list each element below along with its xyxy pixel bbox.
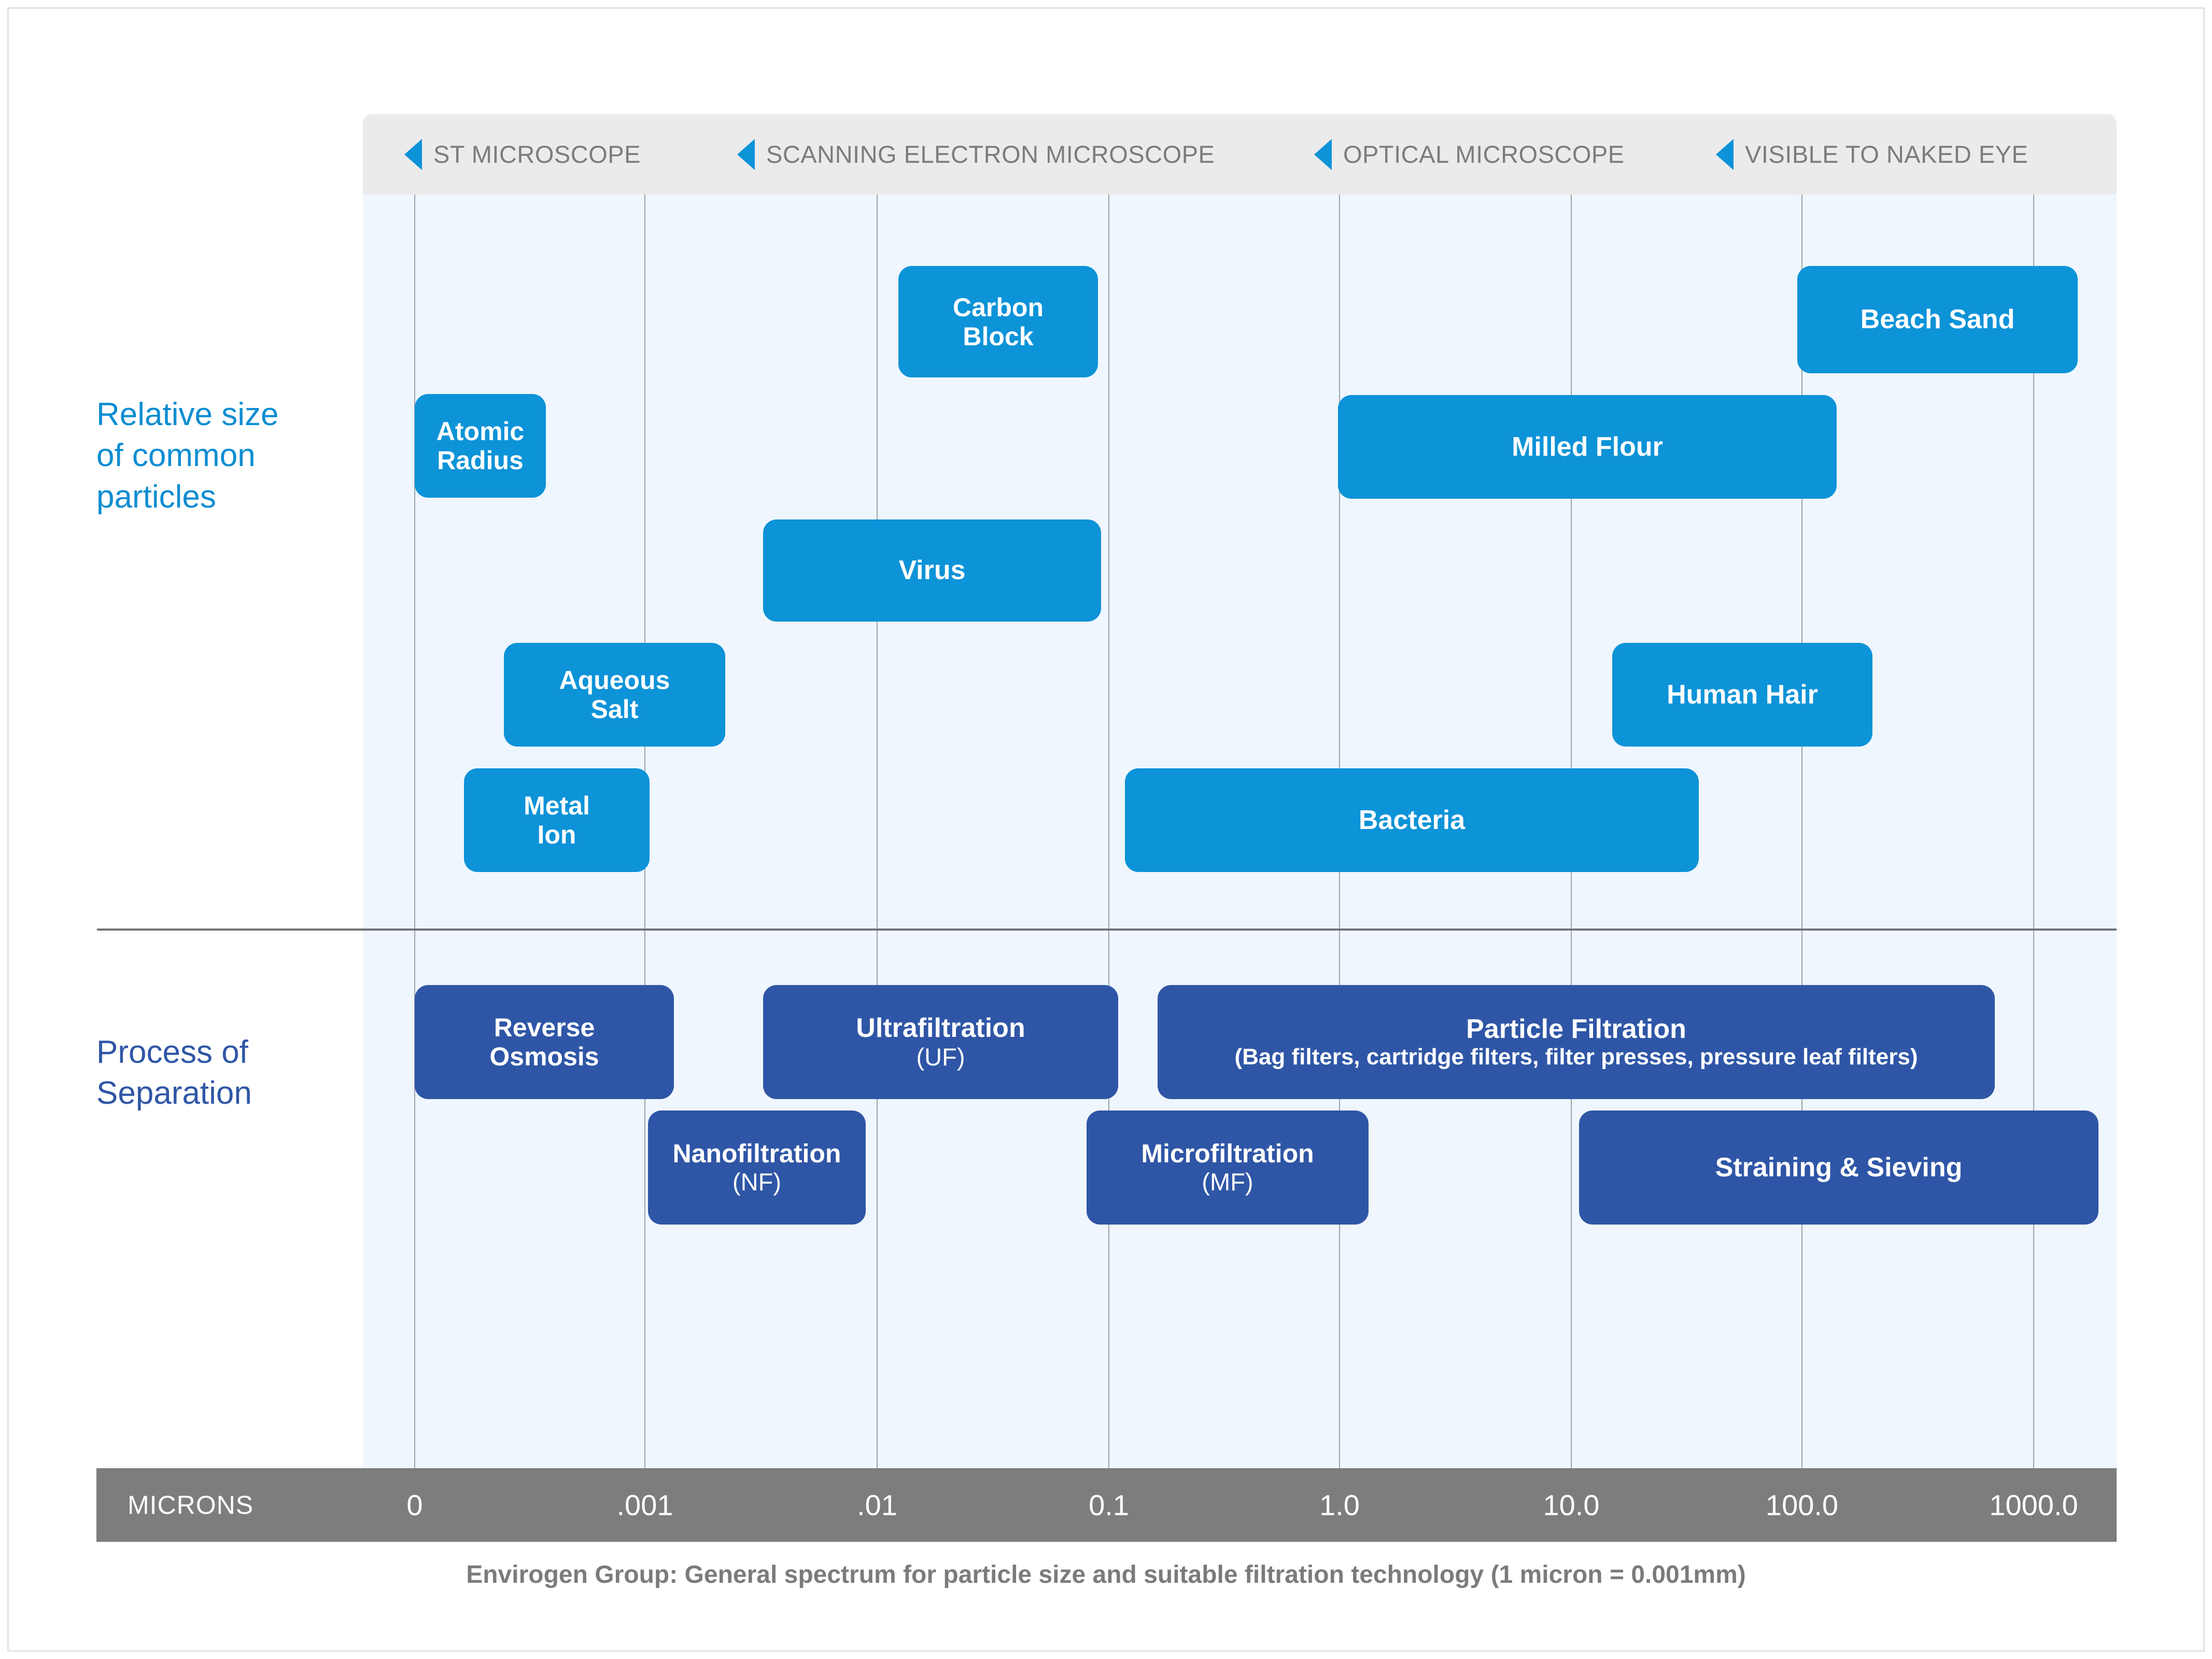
header-label: OPTICAL MICROSCOPE (1343, 140, 1625, 168)
bar-sublabel: (Bag filters, cartridge filters, filter … (1234, 1044, 1918, 1070)
bar-label: Aqueous Salt (559, 666, 670, 724)
bar-label: Human Hair (1667, 679, 1818, 710)
process-bar-nanofiltration[interactable]: Nanofiltration (NF) (648, 1110, 866, 1225)
left-arrow-icon (737, 138, 755, 170)
particle-bar-virus[interactable]: Virus (763, 519, 1101, 622)
bar-label: Ultrafiltration (856, 1013, 1025, 1044)
figure-caption: Envirogen Group: General spectrum for pa… (466, 1561, 1746, 1588)
particle-bar-aqueous-salt[interactable]: Aqueous Salt (504, 643, 725, 747)
axis-tick-01: .01 (857, 1488, 897, 1522)
bar-sublabel: (NF) (732, 1168, 781, 1196)
bar-label: Beach Sand (1860, 304, 2015, 335)
bar-label: Nanofiltration (672, 1139, 841, 1169)
particle-bar-atomic-radius[interactable]: Atomic Radius (415, 394, 546, 498)
axis-tick-1: 1.0 (1319, 1488, 1360, 1522)
bar-label: Metal Ion (524, 791, 590, 849)
process-bar-microfiltration[interactable]: Microfiltration (MF) (1087, 1110, 1369, 1225)
header-item-st-microscope: ST MICROSCOPE (404, 138, 641, 170)
left-arrow-icon (1314, 138, 1332, 170)
axis-tick-001: .001 (616, 1488, 673, 1522)
bar-label: Carbon Block (953, 292, 1044, 351)
particle-bar-human-hair[interactable]: Human Hair (1612, 643, 1872, 747)
row-title-process-of-separation: Process of Separation (96, 1034, 252, 1112)
process-bar-particle-filtration[interactable]: Particle Filtration (Bag filters, cartri… (1158, 985, 1995, 1099)
particle-bar-metal-ion[interactable]: Metal Ion (464, 768, 650, 872)
bar-label: Reverse Osmosis (489, 1013, 599, 1071)
gridline-100 (1801, 194, 1802, 1468)
header-label: VISIBLE TO NAKED EYE (1745, 140, 2028, 168)
axis-unit-label: MICRONS (128, 1491, 254, 1520)
infographic-root: ST MICROSCOPE SCANNING ELECTRON MICROSCO… (0, 0, 2212, 1659)
header-label: ST MICROSCOPE (433, 140, 641, 168)
process-bar-straining-and-sieving[interactable]: Straining & Sieving (1579, 1110, 2098, 1225)
header-item-optical-microscope: OPTICAL MICROSCOPE (1314, 138, 1625, 170)
axis-tick-1000: 1000.0 (1989, 1488, 2078, 1522)
particle-bar-carbon-block[interactable]: Carbon Block (898, 266, 1098, 377)
particle-bar-milled-flour[interactable]: Milled Flour (1338, 395, 1837, 499)
header-label: SCANNING ELECTRON MICROSCOPE (766, 140, 1215, 168)
axis-tick-100: 100.0 (1765, 1488, 1839, 1522)
header-item-scanning-electron-microscope: SCANNING ELECTRON MICROSCOPE (737, 138, 1215, 170)
axis-tick-10: 10.0 (1543, 1488, 1600, 1522)
gridline-0 (414, 194, 415, 1468)
bar-label: Milled Flour (1512, 431, 1663, 462)
axis-tick-0p1: 0.1 (1089, 1488, 1129, 1522)
magnification-header: ST MICROSCOPE SCANNING ELECTRON MICROSCO… (363, 114, 2117, 194)
bar-label: Particle Filtration (1466, 1014, 1686, 1044)
header-item-visible-to-naked-eye: VISIBLE TO NAKED EYE (1716, 138, 2028, 170)
process-bar-ultrafiltration[interactable]: Ultrafiltration (UF) (763, 985, 1118, 1099)
gridline-0p1 (1108, 194, 1109, 1468)
bar-sublabel: (MF) (1202, 1168, 1253, 1196)
bar-label: Virus (898, 555, 966, 586)
gridline-1000 (2033, 194, 2034, 1468)
bar-label: Atomic Radius (436, 417, 525, 475)
left-arrow-icon (404, 138, 422, 170)
gridline-01 (877, 194, 878, 1468)
bar-label: Bacteria (1358, 805, 1466, 835)
process-bar-reverse-osmosis[interactable]: Reverse Osmosis (415, 985, 674, 1099)
row-title-relative-size: Relative size of common particles (96, 397, 279, 515)
microns-axis: MICRONS 0 .001 .01 0.1 1.0 10.0 100.0 10… (96, 1468, 2117, 1542)
section-divider (97, 929, 2117, 931)
bar-sublabel: (UF) (916, 1043, 965, 1071)
particle-bar-beach-sand[interactable]: Beach Sand (1797, 266, 2078, 373)
axis-tick-0: 0 (406, 1488, 423, 1522)
bar-label: Microfiltration (1141, 1139, 1314, 1169)
bar-label: Straining & Sieving (1715, 1152, 1963, 1183)
particle-bar-bacteria[interactable]: Bacteria (1125, 768, 1699, 872)
left-arrow-icon (1716, 138, 1734, 170)
